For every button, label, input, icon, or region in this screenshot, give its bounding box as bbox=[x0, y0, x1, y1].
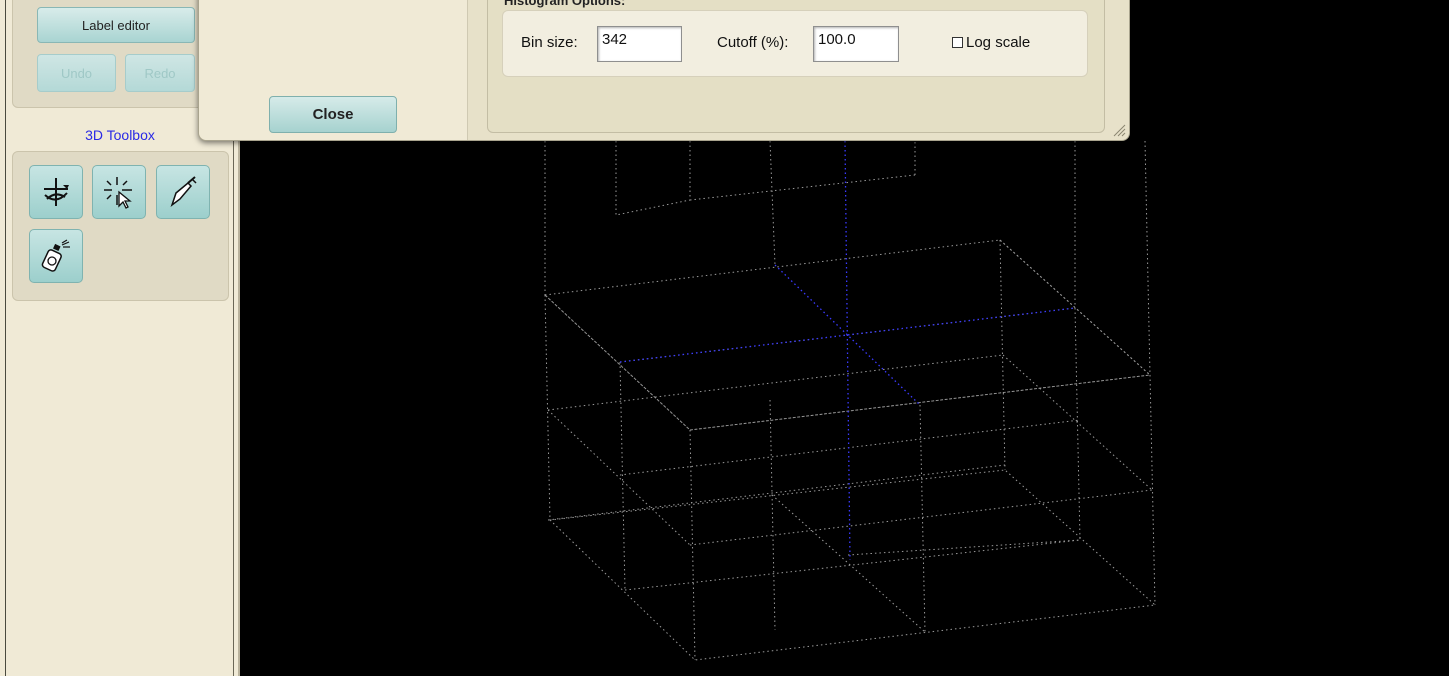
bin-size-label: Bin size: bbox=[521, 34, 578, 51]
cutoff-label: Cutoff (%): bbox=[717, 34, 789, 51]
histogram-options-title: Histogram Options: bbox=[504, 0, 626, 8]
dialog-separator bbox=[467, 0, 468, 140]
3d-viewport[interactable] bbox=[242, 141, 1449, 676]
axis-cross bbox=[619, 141, 1076, 561]
log-scale-checkbox[interactable] bbox=[952, 37, 963, 48]
bin-size-input[interactable]: 342 bbox=[597, 26, 682, 62]
histogram-options-box: Bin size: 342 Cutoff (%): 100.0 Log scal… bbox=[502, 10, 1088, 77]
bounding-grid bbox=[543, 141, 1157, 661]
histogram-options-panel: Histogram Options: Bin size: 342 Cutoff … bbox=[487, 0, 1105, 133]
rotate-tool-button[interactable] bbox=[29, 165, 83, 219]
label-editor-button[interactable]: Label editor bbox=[37, 7, 195, 43]
redo-button[interactable]: Redo bbox=[125, 54, 195, 92]
histogram-dialog: Histogram Options: Bin size: 342 Cutoff … bbox=[198, 0, 1130, 141]
spray-tool-button[interactable] bbox=[29, 229, 83, 283]
close-button[interactable]: Close bbox=[269, 96, 397, 133]
cutoff-input[interactable]: 100.0 bbox=[813, 26, 899, 62]
select-cursor-icon bbox=[104, 177, 132, 209]
log-scale-label: Log scale bbox=[966, 34, 1031, 51]
scalpel-tool-button[interactable] bbox=[156, 165, 210, 219]
undo-button[interactable]: Undo bbox=[37, 54, 116, 92]
toolbox-title: 3D Toolbox bbox=[85, 127, 155, 143]
rotate-tool-icon bbox=[44, 178, 69, 206]
panel-left-edge bbox=[5, 0, 6, 676]
resize-grip-icon[interactable] bbox=[1112, 123, 1126, 137]
scalpel-icon bbox=[170, 176, 197, 208]
select-tool-button[interactable] bbox=[92, 165, 146, 219]
spray-can-icon bbox=[41, 239, 70, 272]
